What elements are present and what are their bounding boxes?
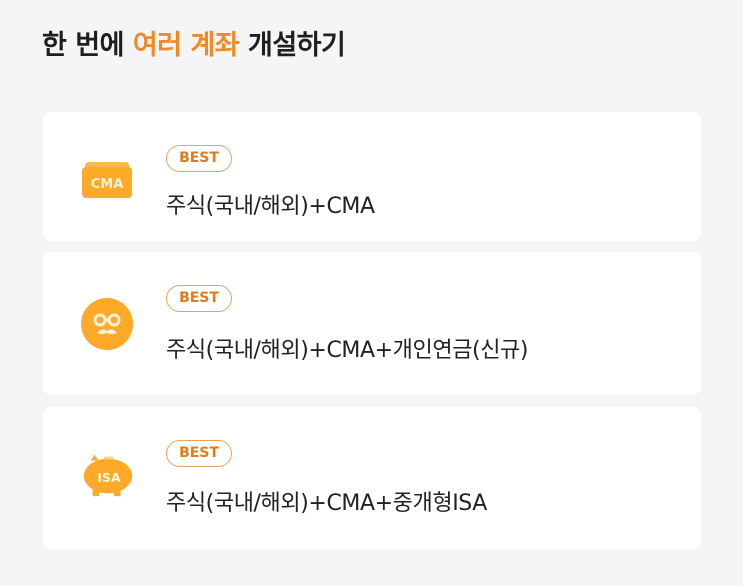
account-option-card-isa[interactable]: ISA BEST 주식(국내/해외)+CMA+중개형ISA (43, 407, 701, 549)
page: 한 번에 여러 계좌 개설하기 CMA BEST 주식(국내/해외)+CMA B… (0, 0, 743, 586)
card-title: 주식(국내/해외)+CMA+중개형ISA (166, 491, 487, 516)
card-title: 주식(국내/해외)+CMA+개인연금(신규) (166, 338, 529, 363)
heading-suffix: 개설하기 (239, 30, 346, 61)
account-option-card-pension[interactable]: BEST 주식(국내/해외)+CMA+개인연금(신규) (43, 252, 701, 395)
account-option-card-cma[interactable]: CMA BEST 주식(국내/해외)+CMA (43, 112, 701, 241)
heading-prefix: 한 번에 (42, 30, 133, 61)
pension-face-icon (79, 296, 135, 352)
isa-icon-text: ISA (97, 470, 121, 485)
isa-piggy-bank-icon: ISA (79, 447, 135, 503)
card-title: 주식(국내/해외)+CMA (166, 194, 375, 219)
cma-wallet-icon: CMA (79, 152, 135, 208)
best-badge: BEST (166, 145, 232, 172)
cma-icon-text: CMA (91, 177, 124, 192)
best-badge: BEST (166, 285, 232, 312)
best-badge: BEST (166, 440, 232, 467)
heading-accent: 여러 계좌 (132, 30, 240, 61)
page-heading: 한 번에 여러 계좌 개설하기 (42, 26, 346, 66)
